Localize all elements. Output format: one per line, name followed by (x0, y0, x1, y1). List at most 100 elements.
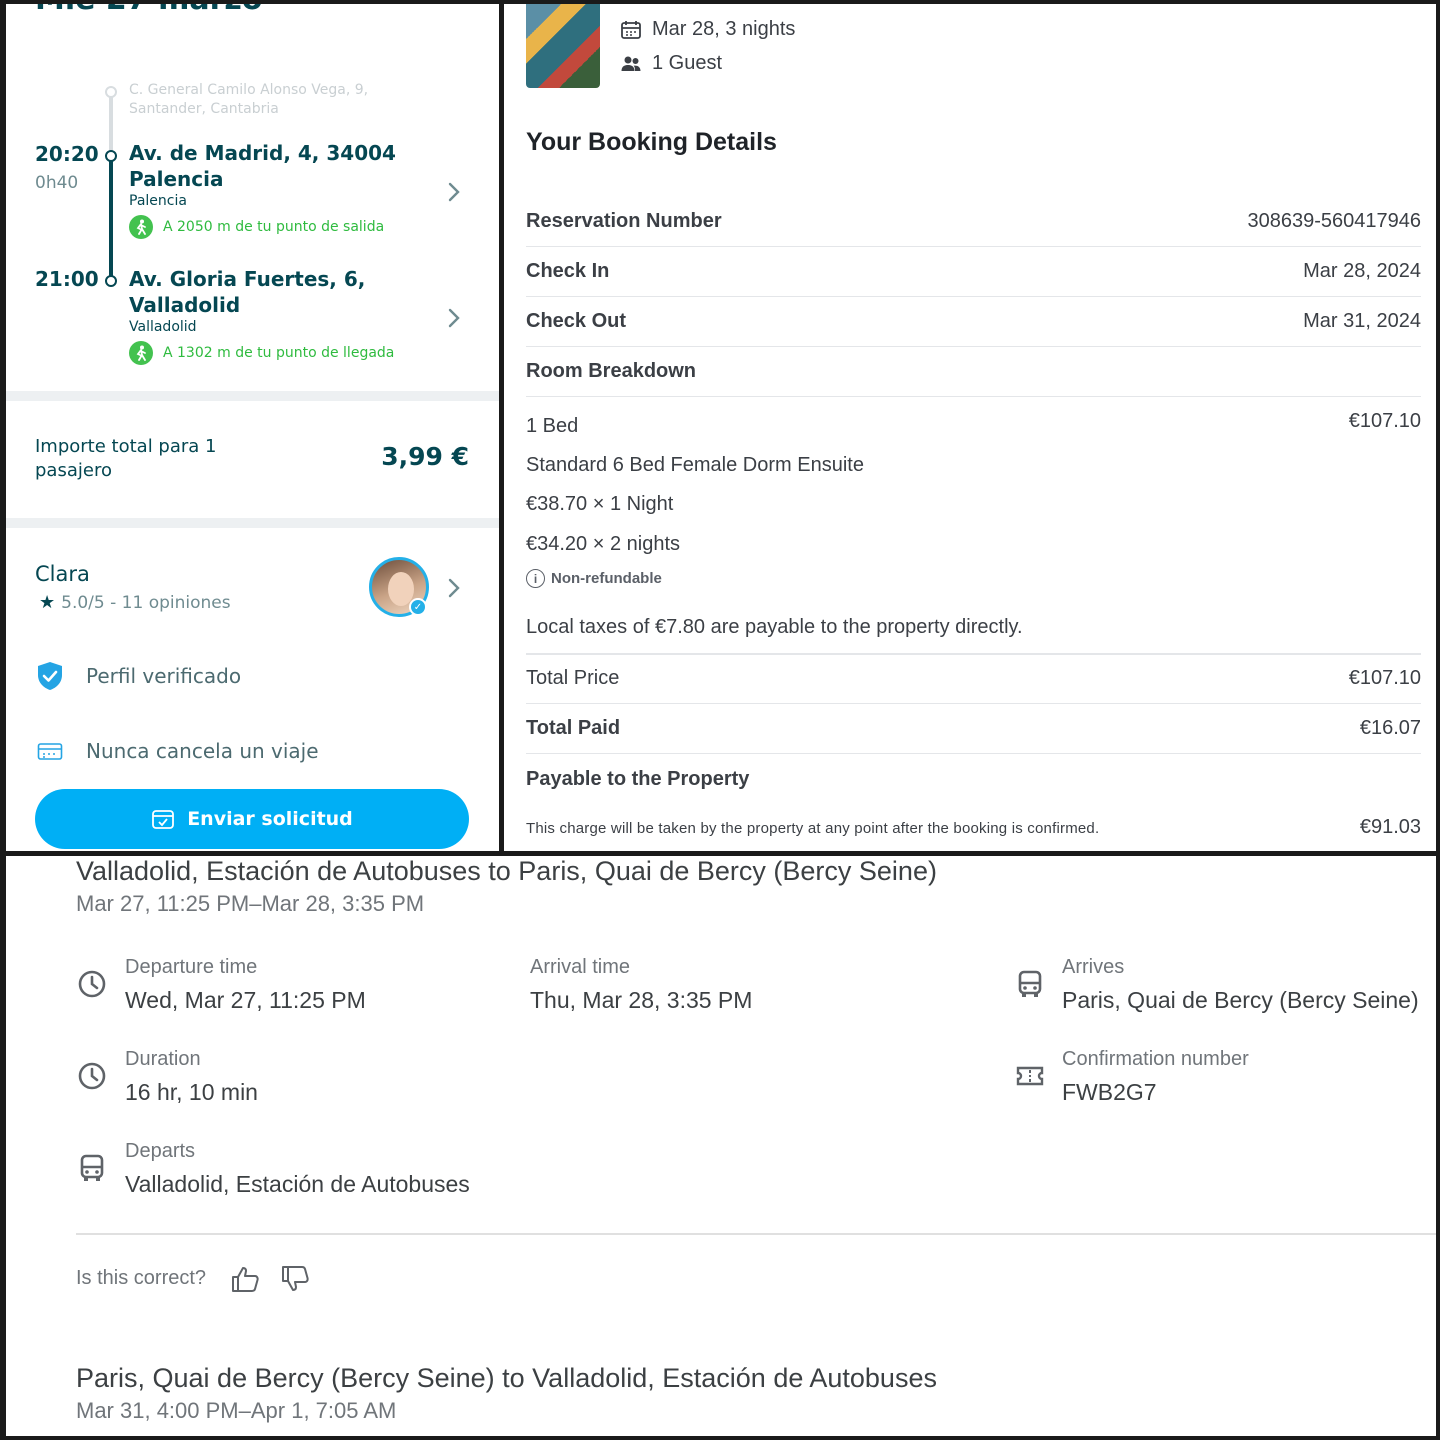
check-out-row: Check Out Mar 31, 2024 (526, 297, 1421, 347)
payable-note: This charge will be taken by the propert… (526, 820, 1100, 837)
calendar-check-icon (35, 736, 65, 766)
room-price: €107.10 (1348, 410, 1421, 432)
reservation-number-label: Reservation Number (526, 210, 722, 232)
arrives-value: Paris, Quai de Bercy (Bercy Seine) (1062, 987, 1419, 1013)
verified-profile-feature: Perfil verificado (35, 661, 241, 691)
origin-address: C. General Camilo Alonso Vega, 9, Santan… (129, 82, 369, 117)
never-cancels-feature: Nunca cancela un viaje (35, 736, 319, 766)
trip-date-heading: Mié 27 marzo (35, 4, 263, 17)
driver-rating-text: 5.0/5 - 11 opiniones (61, 592, 231, 613)
room-breakdown-row: Room Breakdown (526, 347, 1421, 397)
booking-details-title: Your Booking Details (526, 128, 777, 156)
trip-duration: 0h40 (35, 173, 79, 193)
section-divider (6, 391, 499, 401)
departure-address: Av. de Madrid, 4, 34004 Palencia (129, 141, 396, 191)
route-line-faint (109, 92, 113, 158)
arrival-time-field: Arrival time Thu, Mar 28, 3:35 PM (530, 956, 752, 1014)
walking-icon (129, 215, 153, 239)
departure-walk-text: A 2050 m de tu punto de salida (163, 219, 385, 235)
arrival-walk-distance: A 1302 m de tu punto de llegada (129, 341, 429, 365)
origin-dot (105, 86, 117, 98)
arrival-time: 21:00 (35, 267, 99, 291)
departure-time: 20:20 (35, 142, 99, 166)
room-type: Standard 6 Bed Female Dorm Ensuite (526, 454, 864, 476)
duration-label: Duration (125, 1048, 201, 1070)
non-refundable-text: Non-refundable (551, 570, 662, 587)
bus-icon (80, 1154, 104, 1181)
check-in-label: Check In (526, 260, 610, 282)
request-icon (152, 810, 175, 829)
guest-count: 1 Guest (620, 52, 722, 75)
payable-amount: €91.03 (1359, 816, 1421, 838)
calendar-icon (621, 20, 641, 39)
guest-count-text: 1 Guest (652, 52, 723, 74)
total-price-label: Importe total para 1 pasajero (35, 436, 217, 481)
trip-title[interactable]: Valladolid, Estación de Autobuses to Par… (76, 856, 937, 887)
bus-trip-panel: Mié 27 marzo C. General Camilo Alonso Ve… (6, 4, 499, 851)
arrival-stop[interactable]: Av. Gloria Fuertes, 6, Valladolid Vallad… (129, 266, 429, 365)
check-out-label: Check Out (526, 310, 627, 332)
clock-icon (78, 970, 106, 998)
reservation-number-value: 308639-560417946 (1247, 210, 1421, 232)
verified-badge-icon: ✓ (409, 598, 427, 616)
feature-label: Nunca cancela un viaje (86, 739, 319, 763)
chevron-right-icon[interactable] (444, 180, 464, 204)
bus-icon (1018, 970, 1042, 997)
route-line (109, 158, 113, 276)
night-rate-1: €38.70 × 1 Night (526, 493, 674, 515)
departure-time-value: Wed, Mar 27, 11:25 PM (125, 987, 366, 1013)
check-out-value: Mar 31, 2024 (1303, 310, 1421, 332)
thumbs-down-icon[interactable] (280, 1264, 310, 1294)
property-thumbnail (526, 4, 600, 88)
walking-icon (129, 341, 153, 365)
send-request-label: Enviar solicitud (187, 808, 353, 830)
total-paid-value: €16.07 (1359, 717, 1421, 739)
confirmation-number-label: Confirmation number (1062, 1048, 1249, 1070)
driver-rating: ★ 5.0/5 - 11 opiniones (39, 592, 231, 613)
bed-count: 1 Bed (526, 415, 579, 437)
departure-stop[interactable]: Av. de Madrid, 4, 34004 Palencia Palenci… (129, 140, 429, 239)
ticket-icon (1016, 1066, 1044, 1086)
night-rate-2: €34.20 × 2 nights (526, 533, 681, 555)
departure-time-field: Departure time Wed, Mar 27, 11:25 PM (125, 956, 366, 1014)
check-in-row: Check In Mar 28, 2024 (526, 247, 1421, 297)
duration-value: 16 hr, 10 min (125, 1079, 258, 1105)
chevron-right-icon[interactable] (444, 306, 464, 330)
stop-dot-departure (105, 150, 117, 162)
shield-check-icon (35, 661, 65, 691)
guests-icon (621, 56, 641, 71)
departure-walk-distance: A 2050 m de tu punto de salida (129, 215, 429, 239)
arrival-time-value: Thu, Mar 28, 3:35 PM (530, 987, 753, 1013)
stop-dot-arrival (105, 275, 117, 287)
info-icon: i (526, 569, 545, 588)
thumbs-up-icon[interactable] (230, 1264, 260, 1294)
departs-field: Departs Valladolid, Estación de Autobuse… (125, 1140, 470, 1198)
total-price-label: Total Price (526, 667, 620, 689)
chevron-right-icon[interactable] (444, 576, 464, 600)
confirmation-number-field: Confirmation number FWB2G7 (1062, 1048, 1249, 1106)
hostel-booking-panel: Mar 28, 3 nights 1 Guest Your Booking De… (504, 4, 1436, 851)
clock-icon (78, 1062, 106, 1090)
section-divider (6, 518, 499, 528)
arrives-label: Arrives (1062, 956, 1125, 978)
return-trip-subtitle: Mar 31, 4:00 PM–Apr 1, 7:05 AM (76, 1398, 397, 1423)
stay-dates-text: Mar 28, 3 nights (652, 18, 796, 40)
local-taxes-note: Local taxes of €7.80 are payable to the … (526, 616, 1023, 638)
arrival-walk-text: A 1302 m de tu punto de llegada (163, 345, 395, 361)
departure-city: Palencia (129, 193, 187, 209)
arrival-city: Valladolid (129, 319, 197, 335)
driver-name[interactable]: Clara (35, 562, 90, 586)
return-trip-title[interactable]: Paris, Quai de Bercy (Bercy Seine) to Va… (76, 1363, 937, 1394)
confirmation-number-value[interactable]: FWB2G7 (1062, 1079, 1249, 1106)
departs-label: Departs (125, 1140, 196, 1162)
reservation-number-row: Reservation Number 308639-560417946 (526, 197, 1421, 247)
feedback-question: Is this correct? (76, 1267, 207, 1289)
payable-to-property-label: Payable to the Property (526, 768, 750, 790)
arrives-field: Arrives Paris, Quai de Bercy (Bercy Sein… (1062, 956, 1419, 1014)
room-breakdown-label: Room Breakdown (526, 360, 697, 382)
send-request-button[interactable]: Enviar solicitud (35, 789, 469, 849)
arrival-address: Av. Gloria Fuertes, 6, Valladolid (129, 267, 366, 317)
arrival-time-label: Arrival time (530, 956, 631, 978)
feature-label: Perfil verificado (86, 664, 242, 688)
trip-subtitle: Mar 27, 11:25 PM–Mar 28, 3:35 PM (76, 891, 425, 916)
